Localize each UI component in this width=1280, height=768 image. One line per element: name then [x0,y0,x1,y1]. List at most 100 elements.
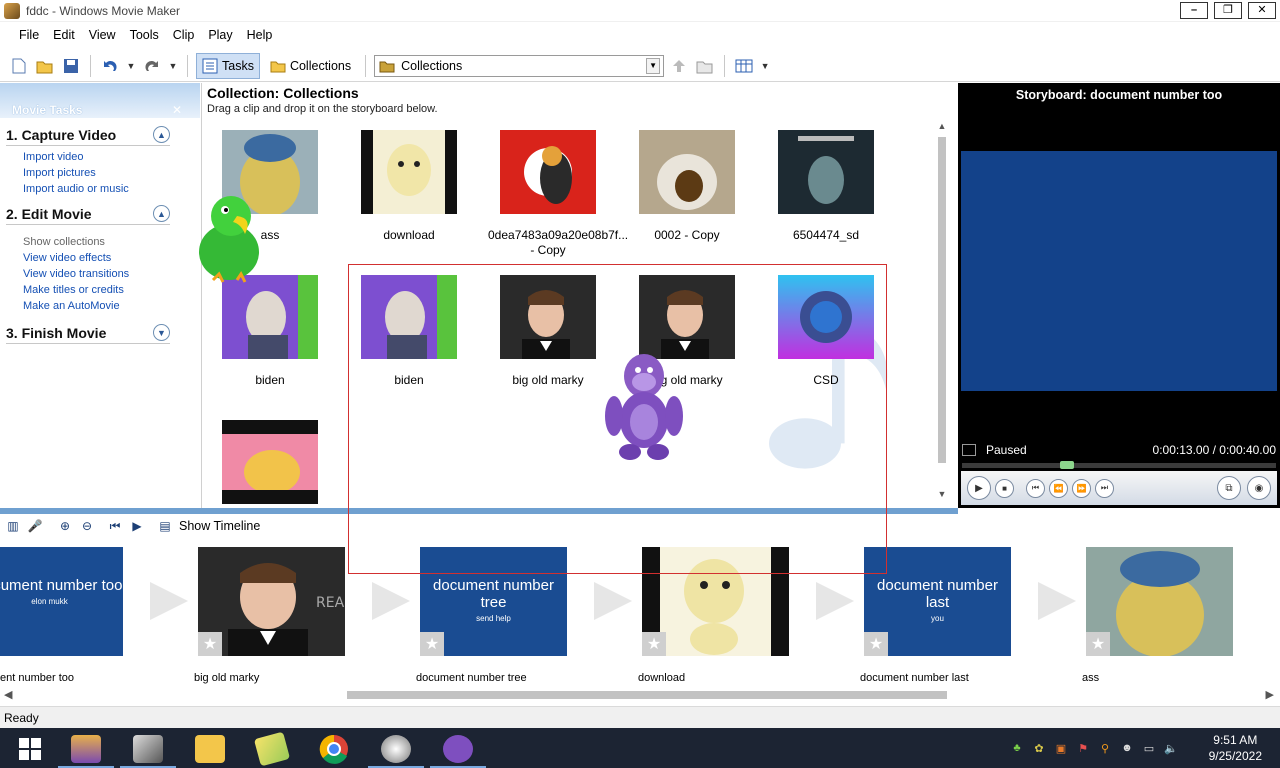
make-automovie-link[interactable]: Make an AutoMovie [23,298,170,314]
views-icon[interactable] [733,55,755,77]
tray-app-icon[interactable]: ▣ [1054,741,1068,755]
clip-download[interactable]: download [349,130,469,243]
transition-arrow-icon[interactable] [372,582,410,620]
split-clip-icon[interactable]: ⧉ [1217,476,1241,500]
taskbar-app-chrome[interactable] [304,730,364,768]
taskbar-app-file-explorer[interactable] [180,730,240,768]
storyboard-item[interactable]: document number too elon mukk ent number… [0,547,123,684]
storyboard-item[interactable]: ★ ass [1082,547,1233,684]
effect-star-icon[interactable]: ★ [198,632,222,656]
menu-clip[interactable]: Clip [166,28,202,42]
show-collections-link[interactable]: Show collections [23,234,170,250]
effect-star-icon[interactable]: ★ [420,632,444,656]
seek-knob[interactable] [1060,461,1074,469]
fast-forward-icon[interactable]: ⏩ [1072,478,1091,498]
task-section-title[interactable]: 1. Capture Video [6,127,116,143]
redo-dropdown-icon[interactable]: ▼ [167,61,179,71]
tray-app-icon[interactable]: ✿ [1032,741,1046,755]
zoom-out-icon[interactable]: ⊖ [79,518,95,534]
menu-help[interactable]: Help [240,28,280,42]
undo-dropdown-icon[interactable]: ▼ [125,61,137,71]
views-dropdown-icon[interactable]: ▼ [759,61,771,71]
task-section-title[interactable]: 3. Finish Movie [6,325,106,341]
show-timeline-button[interactable]: Show Timeline [179,519,260,533]
collection-scrollbar[interactable]: ▲ ▼ [935,121,949,503]
clip-biden[interactable]: biden [210,275,330,388]
minimize-button[interactable]: – [1180,2,1208,19]
transition-arrow-icon[interactable] [1038,582,1076,620]
undo-icon[interactable] [99,55,121,77]
rewind-storyboard-icon[interactable]: ⏮ [107,518,123,534]
maximize-button[interactable]: ❐ [1214,2,1242,19]
tray-app-icon[interactable]: ⚑ [1076,741,1090,755]
clip-0002-copy[interactable]: 0002 - Copy [627,130,747,243]
volume-icon[interactable]: 🔈 [1164,741,1178,755]
next-frame-icon[interactable]: ⏭ [1095,478,1114,498]
import-pictures-link[interactable]: Import pictures [23,165,170,181]
take-picture-icon[interactable]: ◉ [1247,476,1271,500]
scroll-up-icon[interactable]: ▲ [935,121,949,135]
tray-app-icon[interactable]: ♣ [1010,741,1024,755]
menu-edit[interactable]: Edit [46,28,82,42]
green-parrot-buddy-icon[interactable] [193,190,265,290]
transition-arrow-icon[interactable] [150,582,188,620]
import-video-link[interactable]: Import video [23,149,170,165]
open-project-icon[interactable] [34,55,56,77]
menu-tools[interactable]: Tools [123,28,166,42]
effect-star-icon[interactable]: ★ [642,632,666,656]
clip-untitled[interactable] [210,420,330,504]
narrate-timeline-icon[interactable]: 🎤 [27,518,43,534]
menu-play[interactable]: Play [201,28,239,42]
scroll-left-icon[interactable]: ◀ [4,688,12,701]
scroll-right-icon[interactable]: ▶ [1266,688,1274,701]
taskbar-app-movie-maker-2[interactable] [366,730,426,768]
play-icon[interactable]: ▶ [967,476,991,500]
tray-app-icon[interactable]: ☻ [1120,741,1134,755]
zoom-in-icon[interactable]: ⊕ [57,518,73,534]
redo-icon[interactable] [141,55,163,77]
clip-6504474-sd[interactable]: 6504474_sd [766,130,886,243]
view-video-effects-link[interactable]: View video effects [23,250,170,266]
collections-dropdown[interactable]: Collections ▼ [374,54,665,77]
view-video-transitions-link[interactable]: View video transitions [23,266,170,282]
close-button[interactable]: ✕ [1248,2,1276,19]
save-project-icon[interactable] [60,55,82,77]
menu-view[interactable]: View [82,28,123,42]
new-collection-folder-icon[interactable] [694,55,716,77]
previous-frame-icon[interactable]: ⏮ [1026,478,1045,498]
import-audio-link[interactable]: Import audio or music [23,181,170,197]
collections-toggle-button[interactable]: Collections [264,53,357,79]
scroll-down-icon[interactable]: ▼ [935,489,949,503]
network-icon[interactable]: ▭ [1142,741,1156,755]
taskbar-app-movie-maker[interactable] [118,730,178,768]
system-clock[interactable]: 9:51 AM 9/25/2022 [1209,732,1262,764]
search-icon[interactable]: ⚲ [1098,741,1112,755]
transition-arrow-icon[interactable] [816,582,854,620]
effect-star-icon[interactable]: ★ [864,632,888,656]
detach-monitor-icon[interactable] [962,444,976,456]
scroll-thumb[interactable] [347,691,947,699]
chevron-down-icon[interactable]: ▼ [646,57,661,74]
chevron-up-icon[interactable]: ▲ [153,126,170,143]
transition-arrow-icon[interactable] [594,582,632,620]
play-storyboard-icon[interactable]: ▶ [129,518,145,534]
seek-bar[interactable] [962,461,1276,469]
tasks-toggle-button[interactable]: Tasks [196,52,260,79]
show-timeline-icon[interactable]: ▤ [157,518,173,534]
stop-icon[interactable]: ■ [995,478,1014,498]
taskbar-app-buddy[interactable] [56,730,116,768]
menu-file[interactable]: File [12,28,46,42]
effect-star-icon[interactable]: ★ [1086,632,1110,656]
storyboard-scrollbar[interactable]: ◀ ▶ [0,687,1280,703]
chevron-up-icon[interactable]: ▲ [153,205,170,222]
scroll-thumb[interactable] [938,137,946,463]
make-titles-link[interactable]: Make titles or credits [23,282,170,298]
set-audio-levels-icon[interactable]: ▥ [5,518,21,534]
start-button[interactable] [0,730,60,768]
new-project-icon[interactable] [8,55,30,77]
rewind-icon[interactable]: ⏪ [1049,478,1068,498]
taskbar-app-notes[interactable] [242,730,302,768]
task-section-title[interactable]: 2. Edit Movie [6,206,92,222]
clip-0dea7483[interactable]: 0dea7483a09a20e08b7f... - Copy [488,130,628,258]
chevron-down-icon[interactable]: ▼ [153,324,170,341]
